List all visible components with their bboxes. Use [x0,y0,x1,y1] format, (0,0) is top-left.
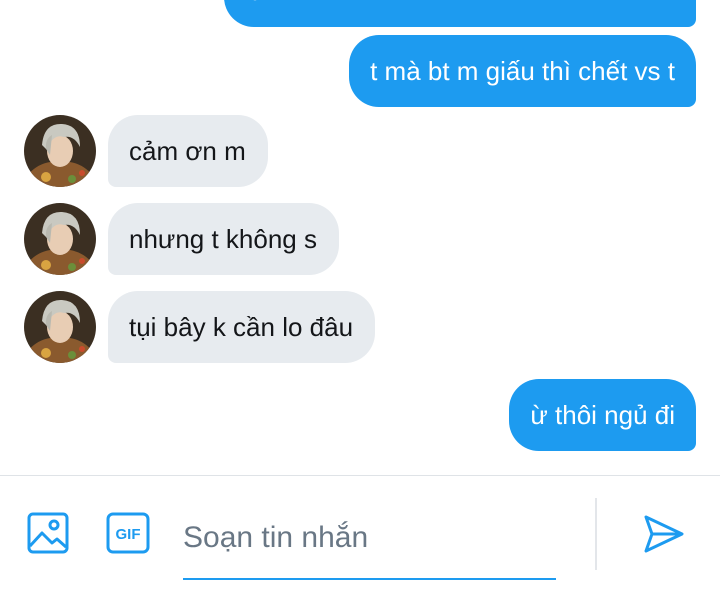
avatar[interactable] [24,291,96,363]
message-outgoing[interactable]: t mà bt m giấu thì chết vs t [349,35,696,107]
avatar-image [24,115,96,187]
dm-conversation-screen: đ t mà bt m giấu thì chết vs t cảm ơn m [0,0,720,593]
message-text: nhưng t không s [129,223,317,254]
message-text: ừ thôi ngủ đi [530,399,675,430]
image-icon[interactable] [27,512,69,554]
message-outgoing[interactable]: đ [224,0,696,27]
message-text: t mà bt m giấu thì chết vs t [370,55,675,86]
avatar-image [24,203,96,275]
gif-icon[interactable]: GIF [106,512,150,554]
message-input[interactable] [183,500,556,580]
message-incoming[interactable]: cảm ơn m [108,115,268,187]
composer-separator [595,498,597,570]
gif-label: GIF [116,526,141,543]
avatar-image [24,291,96,363]
message-text: cảm ơn m [129,135,246,166]
avatar[interactable] [24,203,96,275]
message-incoming[interactable]: nhưng t không s [108,203,339,275]
send-icon[interactable] [643,513,685,555]
message-outgoing[interactable]: ừ thôi ngủ đi [509,379,696,451]
composer-divider [0,475,720,476]
message-incoming[interactable]: tụi bây k cần lo đâu [108,291,376,363]
avatar[interactable] [24,115,96,187]
message-text: tụi bây k cần lo đâu [129,311,354,342]
message-text: đ [245,0,263,7]
